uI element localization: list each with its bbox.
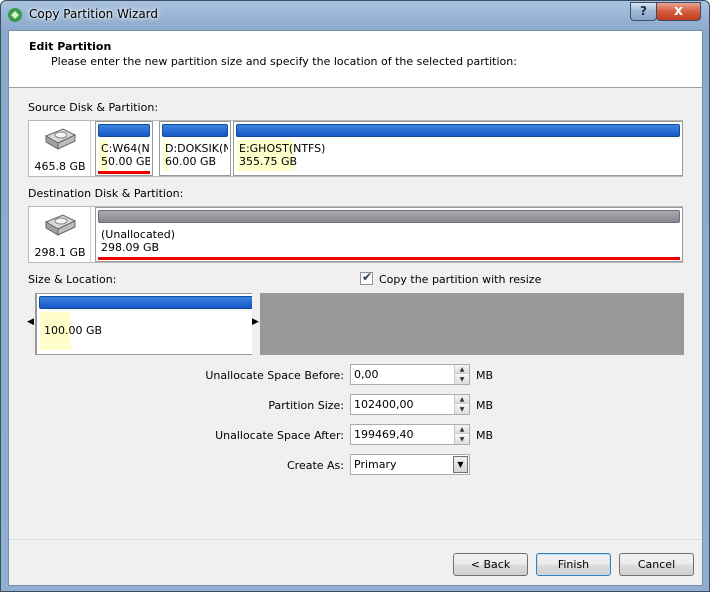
before-input[interactable]: 0,00 ▲ ▼: [350, 364, 470, 385]
partition-size: 298.09 GB: [101, 241, 160, 254]
source-disk-map: 465.8 GB C:W64(NT 50.00 GB D:DOKSIK(NT 6…: [28, 120, 683, 177]
create-as-label: Create As:: [286, 459, 344, 472]
spin-down-icon[interactable]: ▼: [455, 435, 469, 444]
before-value: 0,00: [354, 368, 379, 381]
size-unit: MB: [476, 399, 494, 412]
help-button[interactable]: ?: [630, 2, 657, 21]
right-arrow-icon: ▶: [252, 317, 259, 327]
source-disk-size: 465.8 GB: [34, 160, 86, 173]
partition-bar: [236, 124, 680, 137]
destination-unallocated[interactable]: (Unallocated) 298.09 GB: [95, 207, 683, 262]
resize-partition-size: 100.00 GB: [44, 324, 103, 337]
partition-size: 60.00 GB: [165, 155, 217, 168]
after-input[interactable]: 199469,40 ▲ ▼: [350, 424, 470, 445]
partition-size: 50.00 GB: [101, 155, 150, 168]
resize-track[interactable]: ◀ 100.00 GB ▶: [27, 293, 684, 355]
app-icon: [8, 8, 22, 22]
cancel-button[interactable]: Cancel: [619, 553, 694, 576]
wizard-body: Edit Partition Please enter the new part…: [8, 30, 703, 586]
partition-size: 355.75 GB: [239, 155, 298, 168]
source-partition-e[interactable]: E:GHOST(NTFS) 355.75 GB: [233, 121, 683, 176]
partition-size-input[interactable]: 102400,00 ▲ ▼: [350, 394, 470, 415]
after-value: 199469,40: [354, 428, 414, 441]
source-partition-d[interactable]: D:DOKSIK(NT 60.00 GB: [159, 121, 231, 176]
destination-label: Destination Disk & Partition:: [28, 187, 184, 200]
hard-disk-icon: [44, 128, 77, 150]
spin-up-icon[interactable]: ▲: [455, 365, 469, 374]
footer-divider: [9, 539, 702, 540]
selected-indicator: [98, 171, 150, 174]
spin-up-icon[interactable]: ▲: [455, 425, 469, 434]
before-label: Unallocate Space Before:: [205, 369, 344, 382]
finish-button[interactable]: Finish: [536, 553, 611, 576]
window-title: Copy Partition Wizard: [29, 7, 159, 21]
spin-down-icon[interactable]: ▼: [455, 375, 469, 384]
size-label: Partition Size:: [268, 399, 344, 412]
partition-bar: [162, 124, 228, 137]
partition-bar: [39, 296, 258, 309]
partition-name: (Unallocated): [101, 228, 176, 241]
size-location-label: Size & Location:: [28, 273, 117, 286]
source-disk[interactable]: 465.8 GB: [29, 121, 91, 176]
partition-info: (Unallocated) 298.09 GB: [101, 228, 175, 254]
after-label: Unallocate Space After:: [215, 429, 344, 442]
partition-name: E:GHOST(NTFS): [239, 142, 326, 155]
size-value: 102400,00: [354, 398, 414, 411]
partition-info: D:DOKSIK(NT 60.00 GB: [165, 142, 228, 168]
left-resize-handle[interactable]: ◀: [27, 293, 35, 355]
copy-with-resize-checkbox[interactable]: ✔: [360, 270, 373, 285]
destination-disk[interactable]: 298.1 GB: [29, 207, 91, 262]
left-arrow-icon: ◀: [27, 317, 34, 327]
close-button[interactable]: x: [656, 2, 701, 21]
page-subtitle: Please enter the new partition size and …: [51, 55, 517, 68]
right-resize-handle[interactable]: ▶: [252, 293, 260, 355]
after-unit: MB: [476, 429, 494, 442]
partition-info: C:W64(NT 50.00 GB: [101, 142, 150, 168]
back-button[interactable]: < Back: [453, 553, 528, 576]
partition-bar: [98, 124, 150, 137]
source-partition-c[interactable]: C:W64(NT 50.00 GB: [95, 121, 153, 176]
destination-disk-map: 298.1 GB (Unallocated) 298.09 GB: [28, 206, 683, 263]
checkmark-icon: ✔: [362, 270, 373, 284]
destination-disk-size: 298.1 GB: [34, 246, 86, 259]
before-unit: MB: [476, 369, 494, 382]
copy-with-resize-label[interactable]: Copy the partition with resize: [379, 273, 541, 286]
spin-down-icon[interactable]: ▼: [455, 405, 469, 414]
title-bar[interactable]: Copy Partition Wizard ? x: [1, 1, 709, 29]
page-title: Edit Partition: [29, 40, 112, 53]
selected-indicator: [98, 257, 680, 260]
partition-name: D:DOKSIK(NT: [165, 142, 228, 155]
source-label: Source Disk & Partition:: [28, 101, 159, 114]
wizard-window: Copy Partition Wizard ? x Edit Partition…: [0, 0, 710, 592]
create-as-value: Primary: [354, 458, 397, 471]
partition-info: E:GHOST(NTFS) 355.75 GB: [239, 142, 325, 168]
resizable-partition[interactable]: 100.00 GB: [36, 293, 261, 355]
hard-disk-icon: [44, 214, 77, 236]
wizard-header: Edit Partition Please enter the new part…: [9, 31, 702, 88]
spin-up-icon[interactable]: ▲: [455, 395, 469, 404]
dropdown-arrow-icon[interactable]: ▼: [453, 456, 468, 473]
create-as-select[interactable]: Primary ▼: [350, 454, 470, 475]
partition-bar: [98, 210, 680, 223]
partition-name: C:W64(NT: [101, 142, 150, 155]
